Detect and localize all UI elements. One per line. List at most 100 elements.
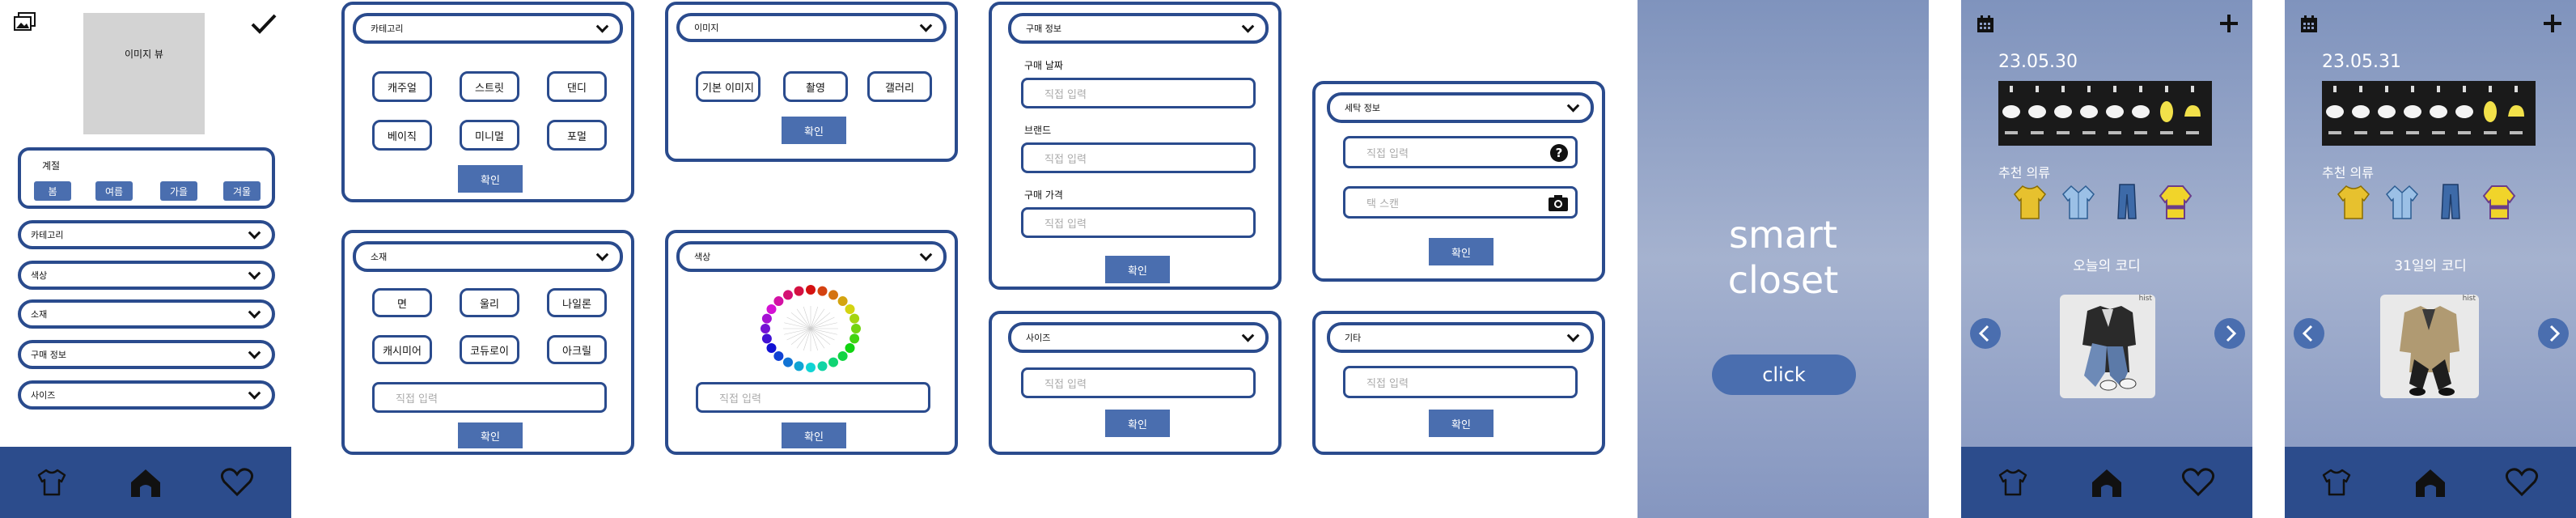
start-button[interactable]: click xyxy=(1712,355,1856,395)
weather-strip xyxy=(1998,81,2212,146)
dropdown-label: 사이즈 xyxy=(1026,333,1051,343)
calendar-icon[interactable] xyxy=(2299,15,2319,37)
yellow-shirt-icon[interactable] xyxy=(2013,183,2047,223)
home-icon[interactable] xyxy=(2413,466,2448,502)
chip-gallery[interactable]: 갤러리 xyxy=(867,71,932,102)
color-swatch xyxy=(828,290,838,300)
coordi-image[interactable]: hist xyxy=(2380,295,2479,398)
prev-arrow-icon[interactable] xyxy=(1969,317,2002,353)
chip-default-image[interactable]: 기본 이미지 xyxy=(696,71,761,102)
prev-arrow-icon[interactable] xyxy=(2293,317,2325,353)
size-input[interactable]: 직접 입력 xyxy=(1021,367,1256,398)
confirm-button[interactable]: 확인 xyxy=(782,117,846,144)
dropdown-material[interactable]: 소재 xyxy=(18,299,275,329)
etc-input[interactable]: 직접 입력 xyxy=(1343,366,1578,398)
dropdown-label: 기타 xyxy=(1345,333,1362,343)
weather-icon xyxy=(2352,86,2370,134)
confirm-button[interactable]: 확인 xyxy=(1429,410,1493,437)
image-card: 이미지 기본 이미지 촬영 갤러리 확인 xyxy=(665,2,958,162)
chevron-down-icon xyxy=(1241,20,1255,33)
dropdown-size[interactable]: 사이즈 xyxy=(18,380,275,410)
chip-formal[interactable]: 포멀 xyxy=(547,120,607,151)
camera-icon[interactable] xyxy=(1548,193,1569,216)
check-icon[interactable] xyxy=(249,11,278,36)
size-dropdown[interactable]: 사이즈 xyxy=(1008,322,1269,353)
help-icon[interactable]: ? xyxy=(1549,143,1569,166)
chip-basic[interactable]: 베이직 xyxy=(372,120,432,151)
chip-camera[interactable]: 촬영 xyxy=(783,71,848,102)
color-wheel[interactable] xyxy=(754,282,867,376)
add-icon[interactable] xyxy=(2218,13,2239,37)
jeans-icon[interactable] xyxy=(2110,183,2144,223)
color-dropdown[interactable]: 색상 xyxy=(676,241,947,272)
jeans-icon[interactable] xyxy=(2434,183,2468,223)
shirt-icon[interactable] xyxy=(2320,468,2353,500)
chip-cotton[interactable]: 면 xyxy=(372,288,432,317)
dropdown-purchase[interactable]: 구매 정보 xyxy=(18,340,275,369)
confirm-button[interactable]: 확인 xyxy=(1105,410,1170,437)
dropdown-category[interactable]: 카테고리 xyxy=(18,220,275,249)
chip-acrylic[interactable]: 아크릴 xyxy=(547,335,607,364)
dropdown-color[interactable]: 색상 xyxy=(18,261,275,290)
confirm-button[interactable]: 확인 xyxy=(1429,238,1493,265)
purchase-date-input[interactable]: 직접 입력 xyxy=(1021,78,1256,108)
image-dropdown[interactable]: 이미지 xyxy=(676,13,947,42)
tag-scan-input[interactable]: 택 스캔 xyxy=(1343,186,1578,219)
purchase-price-input[interactable]: 직접 입력 xyxy=(1021,207,1256,238)
chip-corduroy[interactable]: 코듀로이 xyxy=(460,335,519,364)
material-input[interactable]: 직접 입력 xyxy=(372,382,607,413)
season-autumn[interactable]: 가을 xyxy=(160,181,197,201)
shirt-icon[interactable] xyxy=(1997,468,2029,500)
heart-icon[interactable] xyxy=(220,468,254,500)
yellow-shirt-icon[interactable] xyxy=(2337,183,2371,223)
add-icon[interactable] xyxy=(2542,13,2563,37)
image-view[interactable]: 이미지 뷰 xyxy=(83,13,205,134)
confirm-button[interactable]: 확인 xyxy=(458,422,523,448)
denim-shirt-icon[interactable] xyxy=(2385,183,2419,223)
gallery-icon[interactable] xyxy=(11,11,39,36)
chevron-down-icon xyxy=(919,19,933,32)
chip-street[interactable]: 스트릿 xyxy=(460,71,519,102)
home-icon[interactable] xyxy=(2089,466,2125,502)
color-swatch xyxy=(761,333,772,344)
heart-icon[interactable] xyxy=(2181,468,2215,500)
chip-cashmere[interactable]: 캐시미어 xyxy=(372,335,432,364)
season-spring[interactable]: 봄 xyxy=(34,181,71,201)
category-dropdown[interactable]: 카테고리 xyxy=(353,13,623,44)
color-swatch xyxy=(761,324,770,333)
home-screen-2: 23.05.31 추천 의류 31일의 코디 hist xyxy=(2285,0,2576,518)
next-arrow-icon[interactable] xyxy=(2214,317,2246,353)
purchase-date-label: 구매 날짜 xyxy=(1024,60,1063,71)
chip-nylon[interactable]: 나일론 xyxy=(547,288,607,317)
heart-icon[interactable] xyxy=(2505,468,2539,500)
denim-shirt-icon[interactable] xyxy=(2061,183,2095,223)
padded-jacket-icon[interactable] xyxy=(2159,183,2193,223)
confirm-button[interactable]: 확인 xyxy=(782,422,846,448)
brand-input[interactable]: 직접 입력 xyxy=(1021,142,1256,173)
shirt-icon[interactable] xyxy=(36,468,68,500)
chip-minimal[interactable]: 미니멀 xyxy=(460,120,519,151)
coordi-image[interactable]: hist xyxy=(2060,295,2155,398)
confirm-button[interactable]: 확인 xyxy=(1105,256,1170,283)
weather-icon xyxy=(2326,86,2344,134)
laundry-dropdown[interactable]: 세탁 정보 xyxy=(1327,92,1594,123)
padded-jacket-icon[interactable] xyxy=(2482,183,2516,223)
color-swatch xyxy=(837,350,848,361)
dropdown-label: 구매 정보 xyxy=(1026,23,1061,34)
next-arrow-icon[interactable] xyxy=(2537,317,2570,353)
color-swatch xyxy=(845,304,855,314)
color-swatch xyxy=(783,290,793,300)
chip-casual[interactable]: 캐주얼 xyxy=(372,71,432,102)
chip-dandy[interactable]: 댄디 xyxy=(547,71,607,102)
material-dropdown[interactable]: 소재 xyxy=(353,241,623,272)
home-icon[interactable] xyxy=(128,466,163,502)
chip-wool[interactable]: 울리 xyxy=(460,288,519,317)
laundry-input[interactable]: 직접 입력 ? xyxy=(1343,136,1578,168)
etc-dropdown[interactable]: 기타 xyxy=(1327,322,1594,353)
season-summer[interactable]: 여름 xyxy=(95,181,133,201)
color-input[interactable]: 직접 입력 xyxy=(696,382,930,413)
calendar-icon[interactable] xyxy=(1976,15,1995,37)
purchase-dropdown[interactable]: 구매 정보 xyxy=(1008,13,1269,44)
season-winter[interactable]: 겨울 xyxy=(223,181,261,201)
confirm-button[interactable]: 확인 xyxy=(458,165,523,193)
